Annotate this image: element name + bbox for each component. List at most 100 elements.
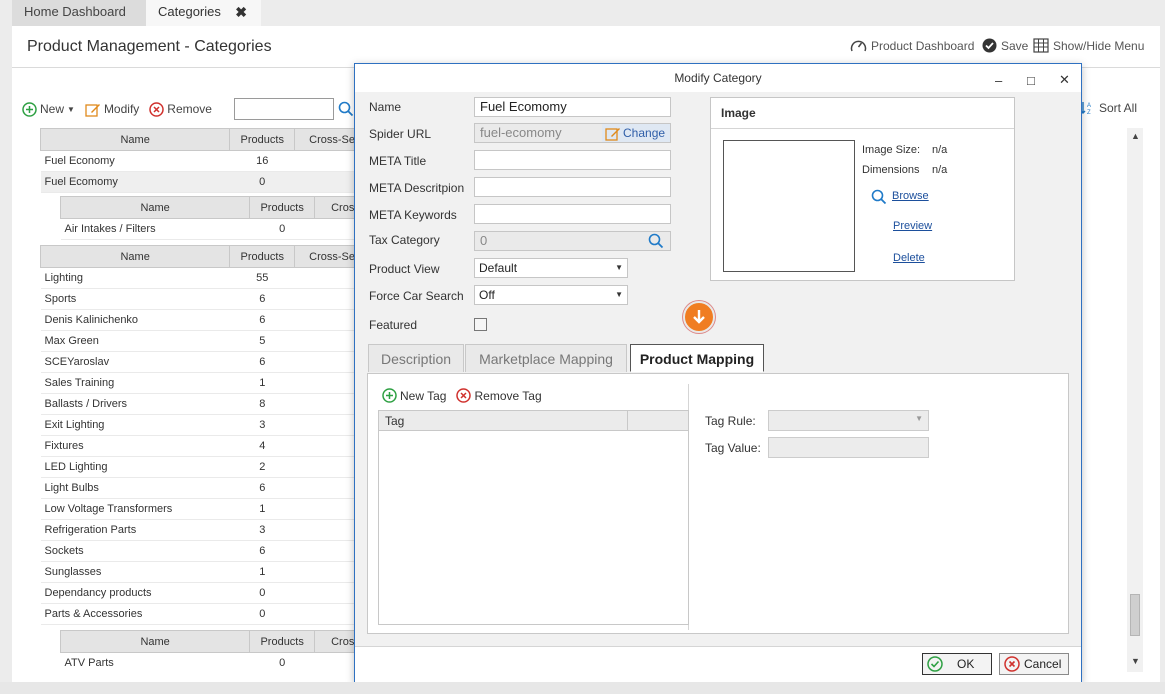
table-row[interactable]: Fixtures 4 (40, 435, 355, 457)
table-row[interactable]: Denis Kalinichenko 6 (40, 309, 355, 331)
scroll-thumb[interactable] (1130, 594, 1140, 636)
check-circle-icon (982, 38, 997, 53)
table-row[interactable]: Sales Training 1 (40, 372, 355, 394)
tax-category-field[interactable]: 0 (474, 231, 671, 251)
spider-url-field[interactable]: fuel-ecomomy Change (474, 123, 671, 143)
row-name: Low Voltage Transformers (40, 498, 230, 520)
tag-rule-select[interactable]: ▼ (768, 410, 929, 431)
close-icon[interactable]: ✖ (235, 0, 247, 24)
column-header-cross-sell[interactable]: Cross-Se (294, 128, 355, 151)
table-row[interactable]: Max Green 5 (40, 330, 355, 352)
page-header: Product Management - Categories Product … (12, 26, 1160, 68)
meta-keywords-field[interactable] (474, 204, 671, 224)
name-field[interactable]: Fuel Ecomomy (474, 97, 671, 117)
table-row[interactable]: SCEYaroslav 6 (40, 351, 355, 373)
edit-icon (605, 127, 620, 141)
subgrid-header-cross[interactable]: Cros (314, 630, 355, 653)
row-products: 3 (229, 414, 295, 436)
tab-home-dashboard[interactable]: Home Dashboard (12, 0, 146, 26)
new-tag-button[interactable]: New Tag (382, 388, 446, 403)
subgrid-header-cross[interactable]: Cros (314, 196, 355, 219)
table-row[interactable]: Exit Lighting 3 (40, 414, 355, 436)
table-row[interactable]: Sockets 6 (40, 540, 355, 562)
scroll-down-icon[interactable]: ▼ (1131, 656, 1140, 666)
column-header-products[interactable]: Products (229, 245, 296, 268)
table-row[interactable]: Refrigeration Parts 3 (40, 519, 355, 541)
table-row[interactable]: ATV Parts 0 (60, 652, 355, 672)
column-header-name[interactable]: Name (40, 128, 231, 151)
search-input[interactable] (233, 98, 334, 120)
save-button[interactable]: Save (982, 38, 1028, 53)
subgrid-header-row: Name Products Cros (59, 196, 355, 219)
preview-link[interactable]: Preview (893, 220, 932, 232)
chevron-down-icon: ▼ (915, 414, 923, 423)
minimize-icon[interactable]: ‒ (995, 67, 1002, 95)
row-name: Dependancy products (40, 582, 230, 604)
tag-value-field[interactable] (768, 437, 929, 458)
check-circle-icon (927, 656, 943, 672)
meta-title-field[interactable] (474, 150, 671, 170)
remove-button[interactable]: Remove (149, 101, 212, 117)
subgrid-header-name[interactable]: Name (59, 196, 251, 219)
cancel-button[interactable]: Cancel (999, 653, 1069, 675)
ok-button[interactable]: OK (922, 653, 992, 675)
new-button[interactable]: New ▼ (22, 101, 75, 117)
table-row[interactable]: LED Lighting 2 (40, 456, 355, 478)
row-name: Fuel Economy (40, 150, 230, 172)
table-row[interactable]: Low Voltage Transformers 1 (40, 498, 355, 520)
new-label: New (40, 102, 65, 116)
change-url-button[interactable]: Change (602, 124, 670, 142)
product-dashboard-button[interactable]: Product Dashboard (850, 38, 974, 53)
product-view-select[interactable]: Default ▼ (474, 258, 628, 278)
table-row[interactable]: Parts & Accessories 0 (40, 603, 355, 625)
close-dialog-icon[interactable]: ✕ (1059, 66, 1070, 94)
tab-product-mapping[interactable]: Product Mapping (630, 344, 764, 372)
plus-circle-icon (382, 388, 397, 403)
subgrid-header-products[interactable]: Products (249, 196, 316, 219)
table-row[interactable]: Sunglasses 1 (40, 561, 355, 583)
meta-description-field[interactable] (474, 177, 671, 197)
remove-circle-icon (456, 388, 472, 403)
table-row[interactable]: Fuel Economy 16 (40, 150, 355, 172)
column-header-name[interactable]: Name (40, 245, 231, 268)
scroll-up-icon[interactable]: ▲ (1131, 131, 1140, 141)
sort-all-button[interactable]: AZ Sort All (1080, 101, 1137, 115)
column-header-cross-sell[interactable]: Cross-Se (294, 245, 355, 268)
browse-link[interactable]: Browse (892, 190, 929, 202)
tab-marketplace-mapping[interactable]: Marketplace Mapping (465, 344, 627, 372)
row-products: 6 (229, 477, 295, 499)
show-hide-menu-button[interactable]: Show/Hide Menu (1033, 38, 1144, 53)
table-row[interactable]: Ballasts / Drivers 8 (40, 393, 355, 415)
dropdown-caret-icon[interactable]: ▼ (67, 105, 75, 114)
modify-button[interactable]: Modify (85, 102, 139, 117)
row-products: 2 (229, 456, 295, 478)
table-row[interactable]: Dependancy products 0 (40, 582, 355, 604)
maximize-icon[interactable]: □ (1027, 67, 1035, 95)
svg-text:A: A (1087, 103, 1091, 109)
row-name: Light Bulbs (40, 477, 230, 499)
subgrid-header-name[interactable]: Name (59, 630, 251, 653)
table-row[interactable]: Light Bulbs 6 (40, 477, 355, 499)
vertical-scrollbar[interactable]: ▲ ▼ (1127, 128, 1143, 672)
row-name: Air Intakes / Filters (60, 218, 250, 240)
search-icon[interactable] (338, 101, 354, 117)
spider-url-label: Spider URL (369, 127, 432, 141)
dialog-body: Name Fuel Ecomomy Spider URL fuel-ecomom… (355, 92, 1081, 646)
tab-description[interactable]: Description (368, 344, 464, 372)
remove-tag-button[interactable]: Remove Tag (456, 388, 542, 403)
table-row[interactable]: Air Intakes / Filters 0 (60, 218, 355, 240)
tab-categories[interactable]: Categories ✖ (146, 0, 261, 26)
scroll-down-badge[interactable] (683, 301, 715, 333)
delete-link[interactable]: Delete (893, 252, 925, 264)
subgrid-header-products[interactable]: Products (249, 630, 316, 653)
search-icon[interactable] (648, 233, 664, 249)
force-car-search-select[interactable]: Off ▼ (474, 285, 628, 305)
featured-checkbox[interactable] (474, 318, 487, 331)
table-row[interactable]: Lighting 55 (40, 267, 355, 289)
show-hide-menu-label: Show/Hide Menu (1053, 38, 1145, 53)
table-row[interactable]: Sports 6 (40, 288, 355, 310)
table-row-selected[interactable]: Fuel Ecomomy 0 (40, 171, 355, 193)
column-header-tag[interactable]: Tag (385, 414, 404, 428)
column-header-products[interactable]: Products (229, 128, 296, 151)
row-name: Fixtures (40, 435, 230, 457)
